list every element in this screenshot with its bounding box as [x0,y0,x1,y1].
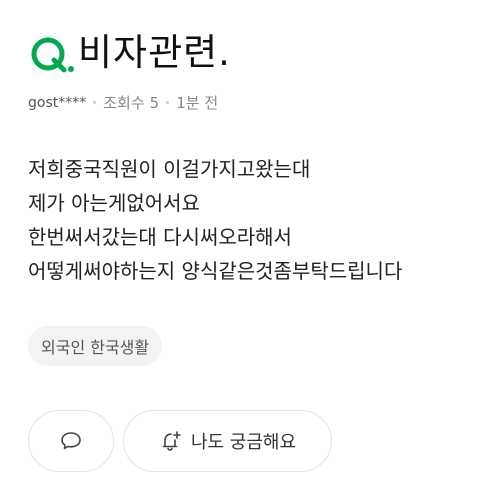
question-title: 비자관련. [78,31,231,74]
meta-separator [93,101,97,104]
meta-separator [166,101,170,104]
curious-button-label: 나도 궁금해요 [190,432,297,453]
views-label: 조회수 [103,94,145,112]
body-line: 한번써서갔는대 다시써오라해서 [28,225,292,249]
curious-button[interactable]: 나도 궁금해요 [123,410,332,472]
category-tag-label: 외국인 한국생활 [41,338,150,357]
body-line: 저희중국직원이 이걸가지고왔는대 [28,157,311,181]
post-time: 1분 전 [176,94,219,112]
body-line: 제가 아는게없어서요 [28,191,200,215]
category-tag[interactable]: 외국인 한국생활 [28,326,163,366]
question-header: 비자관련. [28,28,231,78]
question-body: 저희중국직원이 이걸가지고왔는대 제가 아는게없어서요 한번써서갔는대 다시써오… [28,152,402,288]
question-meta: gost**** 조회수 5 1분 전 [28,92,218,113]
speech-bubble-icon [59,429,83,453]
question-q-icon [28,28,78,78]
views-count: 5 [149,93,160,112]
comment-button[interactable] [28,410,114,472]
bell-plus-icon [159,429,183,453]
author-name[interactable]: gost**** [28,95,86,111]
body-line: 어떻게써야하는지 양식같은것좀부탁드립니다 [28,259,403,283]
